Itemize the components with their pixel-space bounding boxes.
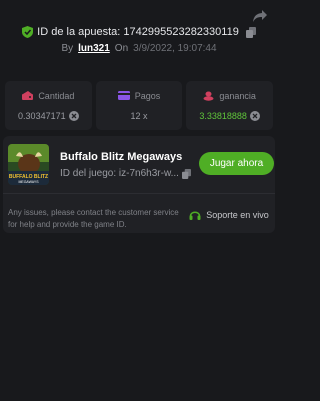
bet-id-row: ID de la apuesta: 174299552328233011​9 (0, 26, 278, 38)
game-id: ID del juego: iz-7n6h3r-w... (60, 168, 191, 179)
game-card: BUFFALO BLITZ MEGAWAYS Buffalo Blitz Meg… (3, 136, 275, 233)
stat-profit-value: 3.33818888 (199, 110, 247, 121)
game-id-text: ID del juego: iz-7n6h3r-w... (60, 168, 179, 179)
stat-amount: Cantidad 0.30347171 (5, 81, 92, 130)
copy-icon[interactable] (245, 26, 256, 38)
live-support-button[interactable]: Soporte en vivo (189, 206, 269, 224)
game-title: Buffalo Blitz Megaways (60, 151, 183, 163)
coins-icon (203, 91, 214, 101)
on-label: On (114, 43, 129, 54)
live-support-label: Soporte en vivo (206, 210, 269, 220)
stat-profit-label: ganancia (219, 90, 256, 101)
bet-datetime: 3/9/2022, 19:07:44 (133, 43, 217, 54)
username-link[interactable]: lun321 (78, 43, 110, 54)
stat-amount-value: 0.30347171 (18, 110, 66, 121)
game-thumbnail[interactable]: BUFFALO BLITZ MEGAWAYS (8, 144, 49, 185)
copy-icon[interactable] (181, 168, 191, 179)
bet-id-text: ID de la apuesta: 174299552328233011​9 (37, 26, 239, 38)
bet-stats: Cantidad 0.30347171 Pagos 12 x ganancia … (5, 81, 274, 130)
wallet-icon (22, 91, 34, 100)
coin-icon (249, 110, 260, 121)
stat-profit: ganancia 3.33818888 (186, 81, 274, 130)
bet-meta-row: By lun321 On 3/9/2022, 19:07:44 (0, 43, 278, 54)
by-label: By (61, 43, 74, 54)
shield-check-icon (22, 26, 34, 38)
share-icon[interactable] (252, 9, 268, 23)
stat-payout-value: 12 x (130, 110, 148, 121)
stat-payout-label: Pagos (134, 90, 161, 101)
svg-text:MEGAWAYS: MEGAWAYS (18, 180, 39, 184)
stat-payout: Pagos 12 x (95, 81, 183, 130)
card-icon (117, 91, 130, 100)
help-text: Any issues, please contact the customer … (8, 208, 179, 229)
coin-icon (68, 110, 79, 121)
stat-amount-label: Cantidad (38, 90, 75, 101)
divider (3, 193, 275, 194)
play-now-button[interactable]: Jugar ahora (199, 152, 274, 175)
headset-icon (189, 211, 201, 220)
